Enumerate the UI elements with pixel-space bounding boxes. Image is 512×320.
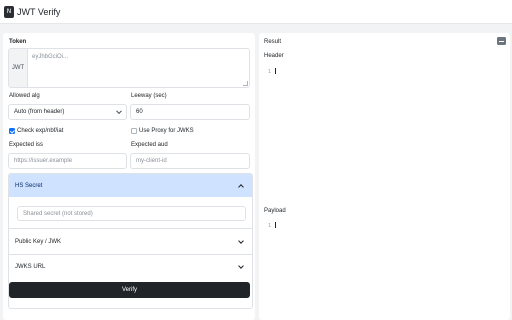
expected-iss-input[interactable]: https://issuer.example [8,153,127,169]
minus-icon [499,40,504,42]
header-label: Header [264,53,284,59]
allowed-alg-label: Allowed alg [9,93,40,99]
resize-handle-icon[interactable] [243,81,248,86]
hs-secret-body: Shared secret (not stored) [9,197,252,229]
chevron-down-icon [238,262,244,269]
header-editor-cursor[interactable] [275,68,276,74]
input-panel: Token JWT eyJhbGciOi... Allowed alg Auto… [3,33,255,320]
hs-secret-title: HS Secret [15,182,43,189]
expected-aud-label: Expected aud [131,142,168,148]
collapse-icon[interactable] [497,37,506,45]
token-label: Token [9,39,27,45]
accordion-jwks-url-header[interactable]: JWKS URL [9,255,252,278]
use-proxy-checkbox[interactable] [131,128,137,134]
check-exp-label: Check exp/nbf/iat [17,128,64,134]
payload-line-number: 1 [268,223,272,229]
payload-editor-cursor[interactable] [275,222,276,228]
result-panel: Result Header 1 Payload 1 [259,33,510,320]
hs-secret-input[interactable]: Shared secret (not stored) [17,206,246,221]
app-header: N JWT Verify [0,0,512,24]
allowed-alg-value: Auto (from header) [14,109,65,115]
app-logo-icon: N [4,5,14,18]
accordion-public-key-header[interactable]: Public Key / JWK [9,230,252,254]
allowed-alg-select[interactable]: Auto (from header) [8,104,127,120]
expected-aud-placeholder: my-client-id [136,158,167,164]
jwt-addon: JWT [8,48,28,88]
app-logo-glyph: N [6,7,12,15]
leeway-label: Leeway (sec) [131,93,167,99]
expected-iss-label: Expected iss [9,142,44,148]
payload-label: Payload [264,208,286,214]
chevron-up-icon [238,183,244,190]
chevron-down-icon [116,108,122,115]
hs-secret-placeholder: Shared secret (not stored) [23,210,93,217]
result-title: Result [264,39,282,45]
accordion-hs-secret-header[interactable]: HS Secret [9,174,252,197]
app-title: JWT Verify [17,6,61,17]
token-input-group: JWT eyJhbGciOi... [8,48,250,88]
chevron-down-icon [238,238,244,244]
verify-button[interactable]: Verify [9,282,250,298]
token-placeholder: eyJhbGciOi... [32,54,69,60]
token-textarea[interactable]: eyJhbGciOi... [27,48,250,88]
header-line-number: 1 [268,69,272,75]
jwks-url-title: JWKS URL [15,263,46,270]
check-exp-checkbox[interactable] [9,128,15,134]
public-key-title: Public Key / JWK [15,239,62,245]
leeway-input[interactable]: 60 [130,104,250,120]
expected-aud-input[interactable]: my-client-id [130,153,250,169]
use-proxy-label: Use Proxy for JWKS [139,128,194,134]
expected-iss-placeholder: https://issuer.example [14,158,73,164]
leeway-value: 60 [136,109,143,115]
